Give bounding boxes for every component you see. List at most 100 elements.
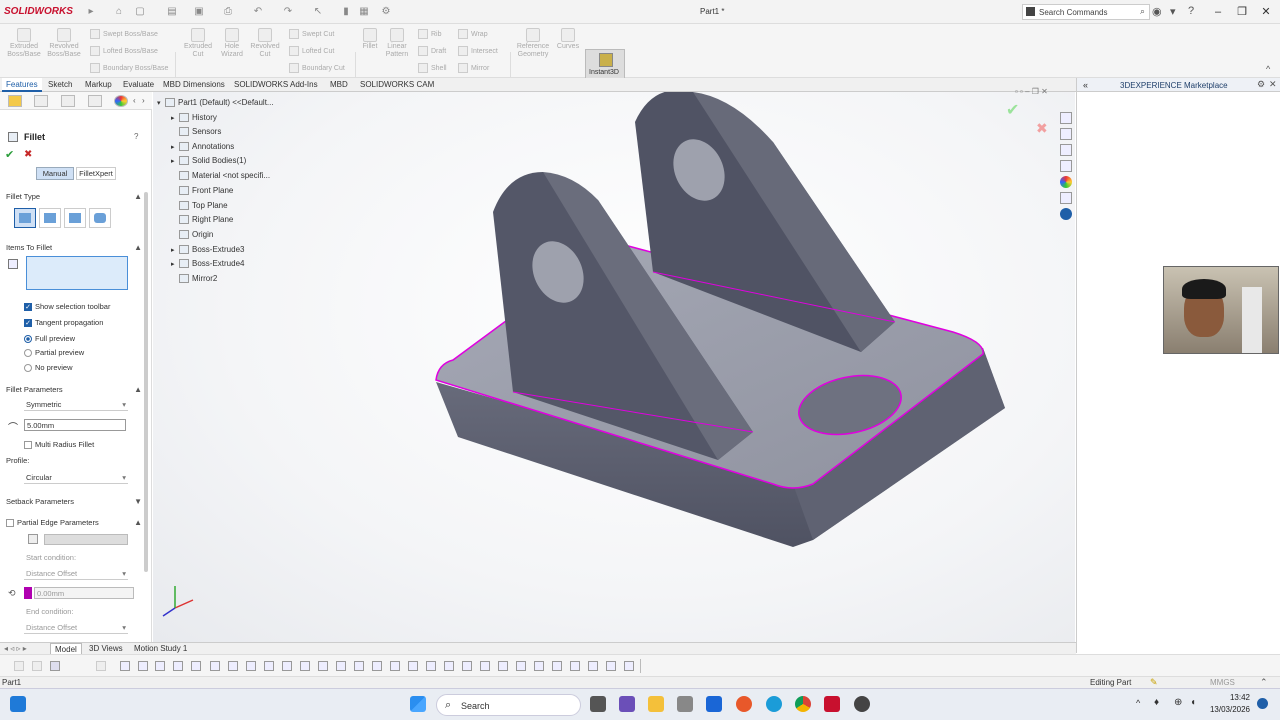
filter-icon[interactable] [516, 661, 526, 671]
filter-icon[interactable] [552, 661, 562, 671]
search-commands-box[interactable]: Search Commands ⌕ [1022, 4, 1150, 20]
tab-solidworks-cam[interactable]: SOLIDWORKS CAM [356, 78, 438, 92]
rebuild-icon[interactable]: ▮ [340, 6, 352, 18]
panel-scrollbar[interactable] [144, 192, 148, 572]
file-properties-icon[interactable]: ▦ [358, 6, 370, 18]
tray-app-icon[interactable]: ♦ [1154, 697, 1159, 708]
full-preview-radio[interactable]: Full preview [24, 334, 75, 344]
dropdown-icon[interactable]: ▾ [1170, 5, 1176, 18]
volume-icon[interactable]: ◖ [1190, 697, 1196, 708]
expand-menu-icon[interactable]: ▸ [85, 6, 97, 18]
partial-edge-parameters-header[interactable]: Partial Edge Parameters ▲ [6, 518, 152, 530]
manual-tab[interactable]: Manual [36, 167, 74, 180]
redo-icon[interactable]: ↷ [282, 6, 294, 18]
help-icon[interactable]: ? [1188, 5, 1194, 17]
home-icon[interactable]: ⌂ [113, 6, 125, 18]
filter-icon[interactable] [300, 661, 310, 671]
filletxpert-tab[interactable]: FilletXpert [76, 167, 116, 180]
filter-icon[interactable] [624, 661, 634, 671]
3d-part-model[interactable] [153, 92, 1075, 642]
fillet-type-header[interactable]: Fillet Type ▲ [6, 192, 152, 204]
property-manager-icon[interactable] [34, 95, 48, 107]
constant-size-fillet-button[interactable] [14, 208, 36, 228]
filter-icon[interactable] [210, 661, 220, 671]
display-manager-icon[interactable] [114, 95, 128, 107]
face-fillet-button[interactable] [64, 208, 86, 228]
boundary-boss-button[interactable]: Boundary Boss/Base [90, 63, 168, 73]
tab-markup[interactable]: Markup [81, 78, 116, 92]
cancel-x-icon[interactable]: ✖ [24, 149, 32, 160]
lofted-boss-button[interactable]: Lofted Boss/Base [90, 46, 158, 56]
filter-vertices-icon[interactable] [120, 661, 130, 671]
filter-icon[interactable] [32, 661, 42, 671]
profile-dropdown[interactable]: Circular ▾ [24, 472, 128, 484]
partial-edge-selection-box[interactable] [44, 534, 128, 545]
filter-icon[interactable] [14, 661, 24, 671]
filter-icon[interactable] [480, 661, 490, 671]
rib-button[interactable]: Rib [418, 29, 442, 39]
tab-evaluate[interactable]: Evaluate [119, 78, 158, 92]
no-preview-radio[interactable]: No preview [24, 363, 73, 373]
filter-icon[interactable] [318, 661, 328, 671]
gear-icon[interactable]: ⚙ [1257, 79, 1265, 90]
tab-mbd[interactable]: MBD [326, 78, 352, 92]
shell-button[interactable]: Shell [418, 63, 447, 73]
fillet-parameters-header[interactable]: Fillet Parameters ▲ [6, 385, 152, 397]
close-icon[interactable]: ✕ [1269, 79, 1277, 90]
show-selection-toolbar-checkbox[interactable]: ✓ Show selection toolbar [24, 302, 110, 312]
filter-icon[interactable] [462, 661, 472, 671]
expand-icon[interactable]: ▼ [134, 497, 142, 506]
filter-icon[interactable] [282, 661, 292, 671]
dropbox-icon[interactable] [706, 696, 722, 712]
filter-icon[interactable] [444, 661, 454, 671]
graphics-area[interactable]: ▾ Part1 (Default) <<Default... ▸ History S… [153, 87, 1075, 642]
tab-sketch[interactable]: Sketch [44, 78, 76, 92]
unit-system[interactable]: MMGS [1210, 678, 1235, 687]
filter-icon[interactable] [390, 661, 400, 671]
filter-icon[interactable] [228, 661, 238, 671]
filter-icon[interactable] [498, 661, 508, 671]
tab-features[interactable]: Features [2, 78, 42, 92]
network-icon[interactable]: ⊕ [1174, 697, 1182, 708]
tray-chevron-icon[interactable]: ^ [1136, 698, 1140, 708]
filter-icon[interactable] [408, 661, 418, 671]
3dexperience-icon[interactable] [1060, 208, 1072, 220]
windows-start-icon[interactable] [10, 696, 26, 712]
symmetric-dropdown[interactable]: Symmetric ▾ [24, 399, 128, 411]
mirror-button[interactable]: Mirror [458, 63, 489, 73]
design-library-icon[interactable] [1060, 144, 1072, 156]
notification-icon[interactable] [1257, 698, 1268, 709]
filter-icon[interactable] [372, 661, 382, 671]
file-explorer-icon[interactable] [648, 696, 664, 712]
filter-faces-icon[interactable] [155, 661, 165, 671]
app-icon[interactable] [854, 696, 870, 712]
boundary-cut-button[interactable]: Boundary Cut [289, 63, 345, 73]
swept-cut-button[interactable]: Swept Cut [289, 29, 334, 39]
restore-button[interactable]: ❐ [1234, 4, 1250, 20]
wrap-button[interactable]: Wrap [458, 29, 488, 39]
fillet-button[interactable]: Fillet [358, 28, 382, 51]
filter-icon[interactable] [264, 661, 274, 671]
filter-icon[interactable] [570, 661, 580, 671]
chrome-icon[interactable] [795, 696, 811, 712]
minimize-button[interactable]: – [1210, 4, 1226, 20]
filter-icon[interactable] [534, 661, 544, 671]
filter-icon[interactable] [96, 661, 106, 671]
linear-pattern-button[interactable]: Linear Pattern [383, 28, 411, 59]
curves-button[interactable]: Curves [554, 28, 582, 51]
hole-wizard-button[interactable]: Hole Wizard [218, 28, 246, 59]
draft-button[interactable]: Draft [418, 46, 446, 56]
items-selection-box[interactable] [26, 256, 128, 290]
appearances-icon[interactable] [1060, 176, 1072, 188]
setback-parameters-header[interactable]: Setback Parameters ▼ [6, 497, 152, 509]
collapse-icon[interactable]: ▲ [134, 243, 142, 252]
collapse-ribbon-icon[interactable]: ^ [1266, 64, 1270, 74]
revolved-boss-button[interactable]: Revolved Boss/Base [45, 28, 83, 59]
radius-input[interactable]: 5.00mm [24, 419, 126, 431]
collapse-icon[interactable]: ▲ [134, 192, 142, 201]
end-condition-dropdown[interactable]: Distance Offset ▾ [24, 622, 128, 634]
items-to-fillet-header[interactable]: Items To Fillet ▲ [6, 243, 152, 255]
lofted-cut-button[interactable]: Lofted Cut [289, 46, 334, 56]
extruded-cut-button[interactable]: Extruded Cut [180, 28, 216, 59]
close-button[interactable]: ✕ [1258, 4, 1274, 20]
